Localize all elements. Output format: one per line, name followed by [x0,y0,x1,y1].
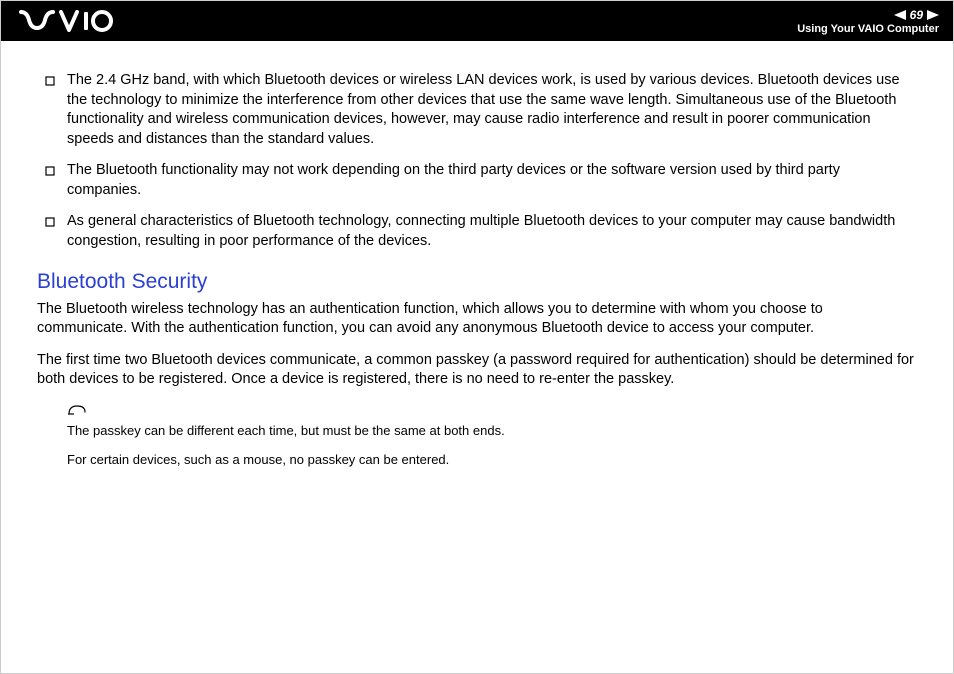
list-item: The 2.4 GHz band, with which Bluetooth d… [37,71,917,149]
header-bar: 69 Using Your VAIO Computer [1,1,953,41]
page-nav: 69 [894,8,939,22]
list-item: The Bluetooth functionality may not work… [37,161,917,200]
section-heading: Bluetooth Security [37,270,917,294]
bullet-list: The 2.4 GHz band, with which Bluetooth d… [37,71,917,252]
note-text: The passkey can be different each time, … [67,423,917,440]
paragraph: The Bluetooth wireless technology has an… [37,300,917,339]
list-item-text: The Bluetooth functionality may not work… [67,162,840,198]
bullet-icon [45,214,55,234]
bullet-icon [45,73,55,93]
note-text: For certain devices, such as a mouse, no… [67,452,917,469]
bullet-icon [45,163,55,183]
page-content: The 2.4 GHz band, with which Bluetooth d… [1,41,953,469]
paragraph: The first time two Bluetooth devices com… [37,351,917,390]
header-title: Using Your VAIO Computer [797,23,939,35]
list-item-text: As general characteristics of Bluetooth … [67,213,895,249]
next-page-arrow-icon[interactable] [927,10,939,20]
header-right: 69 Using Your VAIO Computer [797,8,939,35]
page-number: 69 [910,8,923,22]
vaio-logo [19,10,119,32]
prev-page-arrow-icon[interactable] [894,10,906,20]
note-block: The passkey can be different each time, … [67,402,917,469]
note-icon [67,402,87,421]
list-item-text: The 2.4 GHz band, with which Bluetooth d… [67,72,900,147]
list-item: As general characteristics of Bluetooth … [37,212,917,251]
